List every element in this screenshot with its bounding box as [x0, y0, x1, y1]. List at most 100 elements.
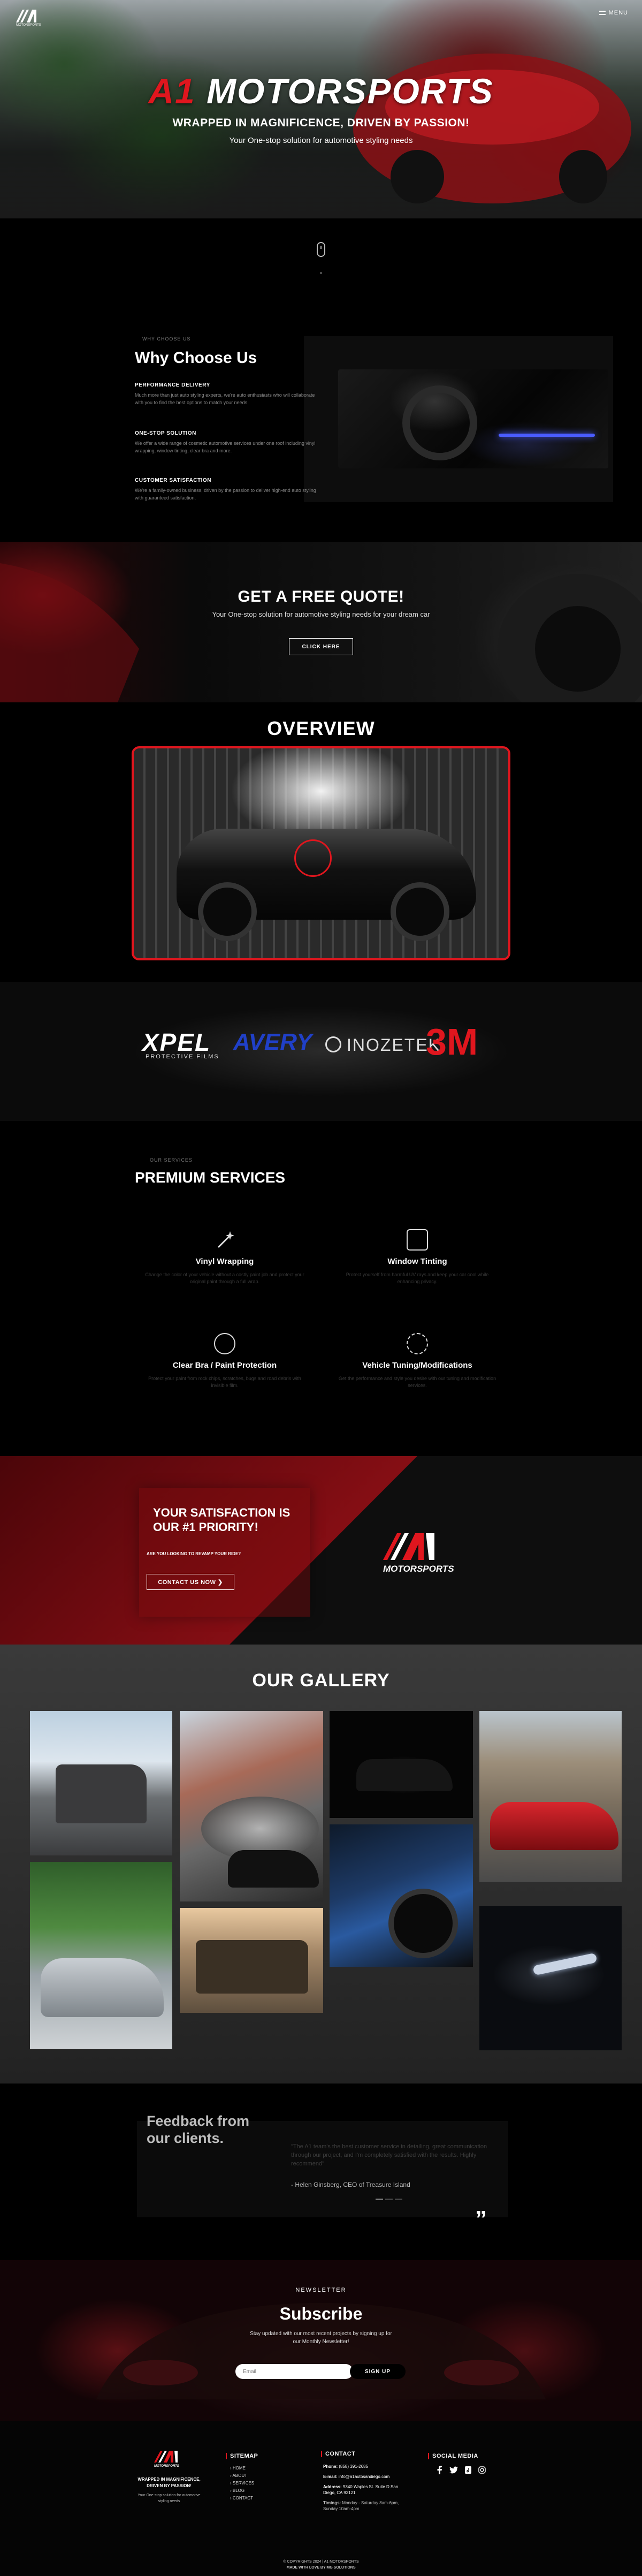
facebook-icon[interactable]	[435, 2466, 443, 2474]
quote-banner	[0, 542, 642, 702]
overview-car-shape	[177, 829, 476, 941]
sitemap-link-home[interactable]: › HOME	[230, 2465, 254, 2472]
service-card-vehicle-tuning[interactable]: Vehicle Tuning/Modifications Get the per…	[337, 1333, 498, 1389]
gallery-image[interactable]	[30, 1862, 172, 2049]
gallery-image[interactable]	[30, 1711, 172, 1855]
services-section-tag: OUR SERVICES	[150, 1157, 193, 1163]
why-item-text: We're a family-owned business, driven by…	[135, 488, 316, 501]
instagram-icon[interactable]	[478, 2466, 486, 2474]
a1-motorsports-logo: MOTORSPORTS	[381, 1527, 456, 1580]
hero-tagline: WRAPPED IN MAGNIFICENCE, DRIVEN BY PASSI…	[172, 117, 470, 129]
contact-email[interactable]: E-mail: info@a1autosandiego.com	[323, 2474, 403, 2480]
service-name: Vinyl Wrapping	[195, 1257, 254, 1266]
hamburger-icon	[599, 11, 606, 15]
carousel-dots[interactable]	[376, 2194, 408, 2200]
headlight-shape	[532, 1952, 598, 1976]
footer-logo[interactable]: MOTORSPORTS	[153, 2450, 185, 2468]
sitemap-link-contact[interactable]: › CONTACT	[230, 2495, 254, 2502]
inozetek-icon	[325, 1036, 341, 1052]
newsletter-subtitle: Stay updated with our most recent projec…	[250, 2331, 392, 2345]
hero-title: A1 MOTORSPORTS	[0, 71, 642, 111]
why-item: ONE-STOP SOLUTION We offer a wide range …	[135, 430, 317, 454]
overview-video[interactable]	[132, 746, 510, 960]
quote-cta-button[interactable]: CLICK HERE	[289, 638, 353, 655]
contact-us-button[interactable]: CONTACT US NOW ❯	[147, 1574, 234, 1590]
services-title: PREMIUM SERVICES	[135, 1169, 286, 1186]
car-interior-image	[338, 369, 608, 468]
site-logo[interactable]: MOTORSPORTS	[15, 7, 52, 27]
suv-shape	[56, 1764, 147, 1823]
social-media-heading: SOCIAL MEDIA	[432, 2453, 478, 2459]
xpel-logo-subtitle: PROTECTIVE FILMS	[146, 1054, 219, 1060]
car-shape	[228, 1850, 319, 1888]
gallery-image[interactable]	[180, 1908, 323, 2013]
partner-logos-strip	[0, 982, 642, 1121]
footer-heading-bar	[321, 2451, 322, 2457]
sitemap-link-about[interactable]: › ABOUT	[230, 2472, 254, 2480]
contact-info: Phone: (858) 391-2685 E-mail: info@a1aut…	[323, 2464, 403, 2512]
scroll-down-icon[interactable]	[317, 242, 325, 257]
made-by-text: MADE WITH LOVE BY MG SOLUTIONS	[286, 2566, 356, 2570]
truck-shape	[196, 1940, 308, 1994]
satisfaction-question: ARE YOU LOOKING TO REVAMP YOUR RIDE?	[147, 1551, 241, 1556]
a1-logo-icon: MOTORSPORTS	[154, 2451, 179, 2468]
service-card-window-tinting[interactable]: Window Tinting Protect yourself from har…	[337, 1229, 498, 1285]
gallery-image[interactable]	[479, 1906, 622, 2050]
svg-text:MOTORSPORTS: MOTORSPORTS	[16, 24, 41, 26]
contact-phone[interactable]: Phone: (858) 391-2685	[323, 2464, 403, 2469]
play-badge-icon[interactable]	[294, 839, 332, 877]
gallery-image[interactable]	[330, 1824, 473, 1967]
window-tint-icon	[407, 1229, 428, 1251]
twitter-icon[interactable]	[449, 2466, 458, 2474]
top-bar: MOTORSPORTS MENU	[0, 0, 642, 32]
newsletter-email-input[interactable]	[235, 2364, 353, 2379]
why-section-tag: WHY CHOOSE US	[142, 336, 191, 342]
gallery-image[interactable]	[330, 1711, 473, 1818]
quote-subtitle: Your One-stop solution for automotive st…	[212, 610, 430, 618]
hero-title-mark: A1	[148, 71, 196, 111]
testimonial-quote: "The A1 team's the best customer service…	[291, 2143, 487, 2167]
why-section-title: Why Choose Us	[135, 349, 257, 367]
quote-background-image	[0, 563, 642, 702]
a1-logo-icon: MOTORSPORTS	[383, 1533, 454, 1574]
paint-protection-icon	[214, 1333, 235, 1354]
sitemap-link-blog[interactable]: › BLOG	[230, 2487, 254, 2495]
wheel-shape	[388, 1889, 458, 1958]
testimonial-author: - Helen Ginsberg, CEO of Treasure Island	[291, 2181, 410, 2188]
menu-button[interactable]: MENU	[599, 10, 628, 16]
ambient-light-shape	[499, 434, 595, 437]
contact-address: Address: 9340 Waples St. Suite D San Die…	[323, 2484, 399, 2495]
tiktok-icon[interactable]	[464, 2466, 472, 2474]
sitemap-list: › HOME › ABOUT › SERVICES › BLOG › CONTA…	[230, 2465, 254, 2502]
why-item: PERFORMANCE DELIVERY Much more than just…	[135, 382, 317, 406]
scroll-indicator-dot	[320, 272, 322, 274]
footer-heading-bar	[226, 2453, 227, 2459]
satisfaction-banner	[0, 1456, 642, 1645]
service-description: Change the color of your vehicle without…	[145, 1272, 304, 1284]
sitemap-heading: SITEMAP	[230, 2453, 258, 2459]
sign-up-button[interactable]: SIGN UP	[350, 2364, 406, 2379]
gallery-image[interactable]	[479, 1711, 622, 1882]
footer-tagline: WRAPPED IN MAGNIFICENCE, DRIVEN BY PASSI…	[137, 2477, 201, 2488]
svg-text:MOTORSPORTS: MOTORSPORTS	[383, 1564, 454, 1574]
footer	[0, 2421, 642, 2576]
service-card-clear-bra[interactable]: Clear Bra / Paint Protection Protect you…	[144, 1333, 305, 1389]
footer-copyright: © COPYRIGHTS 2024 | A1 MOTORSPORTS MADE …	[0, 2559, 642, 2571]
service-description: Get the performance and style you desire…	[338, 1376, 496, 1388]
service-description: Protect your paint from rock chips, scra…	[148, 1376, 301, 1388]
svg-text:MOTORSPORTS: MOTORSPORTS	[154, 2465, 179, 2468]
a1-logo-icon: MOTORSPORTS	[16, 10, 41, 27]
quote-mark-icon: ”	[475, 2206, 487, 2232]
contact-us-label: CONTACT US NOW	[158, 1579, 216, 1586]
wheel-shape	[198, 882, 257, 941]
menu-label: MENU	[608, 10, 628, 16]
gallery-image[interactable]	[180, 1711, 323, 1901]
sitemap-link-services[interactable]: › SERVICES	[230, 2480, 254, 2487]
why-item-heading: ONE-STOP SOLUTION	[135, 430, 196, 436]
avery-logo: AVERY	[233, 1029, 312, 1055]
service-card-vinyl-wrapping[interactable]: Vinyl Wrapping Change the color of your …	[144, 1229, 305, 1285]
xpel-logo: XPEL	[142, 1028, 211, 1056]
magic-wand-icon	[214, 1229, 235, 1251]
service-name: Vehicle Tuning/Modifications	[362, 1361, 472, 1370]
hero-title-text: MOTORSPORTS	[207, 71, 494, 111]
